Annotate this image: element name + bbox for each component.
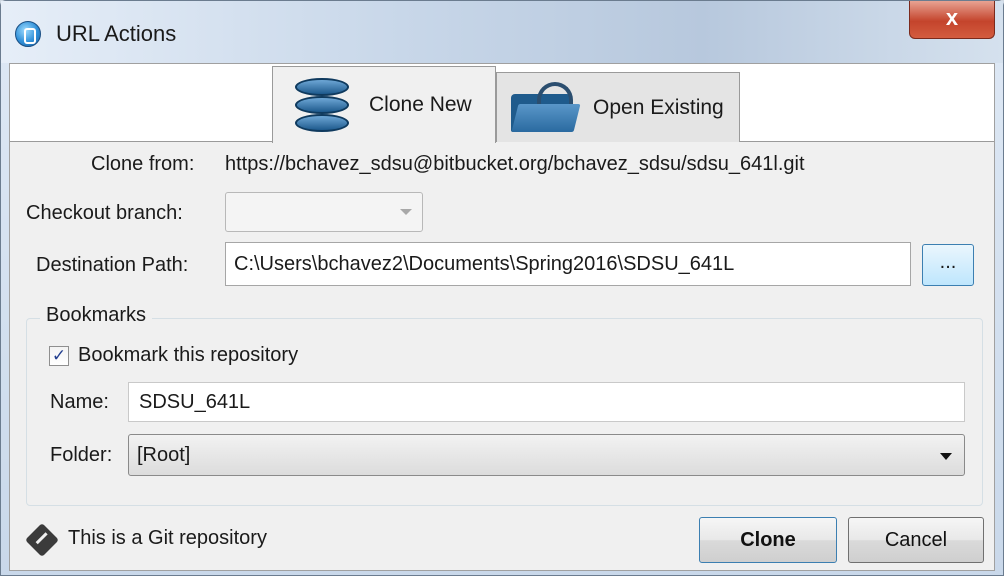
- close-button[interactable]: x: [909, 1, 995, 39]
- git-icon: [25, 523, 59, 557]
- chevron-down-icon: [400, 209, 412, 215]
- destination-path-input[interactable]: C:\Users\bchavez2\Documents\Spring2016\S…: [225, 242, 911, 286]
- destination-path-label: Destination Path:: [36, 254, 189, 276]
- bookmark-name-input[interactable]: SDSU_641L: [128, 382, 965, 422]
- sourcetree-app-icon: [15, 21, 41, 47]
- bookmark-name-label: Name:: [50, 391, 109, 413]
- tab-open-existing[interactable]: Open Existing: [496, 72, 740, 142]
- bookmark-folder-select[interactable]: [Root]: [128, 434, 965, 476]
- checkout-branch-select[interactable]: [225, 192, 423, 232]
- clone-from-url: https://bchavez_sdsu@bitbucket.org/bchav…: [225, 153, 805, 175]
- folder-open-icon: [509, 81, 581, 134]
- bookmark-checkbox-label[interactable]: Bookmark this repository: [78, 344, 298, 367]
- checkout-branch-label: Checkout branch:: [26, 202, 183, 224]
- tab-strip: Clone New Open Existing: [10, 64, 994, 143]
- bookmark-checkbox[interactable]: ✓: [49, 346, 69, 366]
- clone-button[interactable]: Clone: [699, 517, 837, 563]
- tab-clone-new-label: Clone New: [369, 93, 472, 116]
- cancel-button[interactable]: Cancel: [848, 517, 984, 563]
- bookmark-folder-label: Folder:: [50, 444, 113, 466]
- browse-button[interactable]: ...: [922, 244, 974, 286]
- tab-open-existing-label: Open Existing: [593, 95, 724, 119]
- clone-from-label: Clone from:: [91, 153, 195, 175]
- bookmarks-group-title: Bookmarks: [40, 304, 153, 327]
- dialog-content: Clone New Open Existing Clone from: http…: [9, 63, 995, 571]
- title-bar: URL Actions x: [1, 1, 1003, 63]
- repository-type-text: This is a Git repository: [68, 527, 267, 549]
- tab-clone-new[interactable]: Clone New: [272, 66, 496, 143]
- window-title: URL Actions: [56, 21, 177, 46]
- database-icon: [291, 76, 353, 134]
- chevron-down-icon: [940, 453, 952, 460]
- url-actions-dialog: URL Actions x Clone New Open Existing Cl…: [0, 0, 1004, 576]
- bookmark-folder-value: [Root]: [137, 444, 191, 466]
